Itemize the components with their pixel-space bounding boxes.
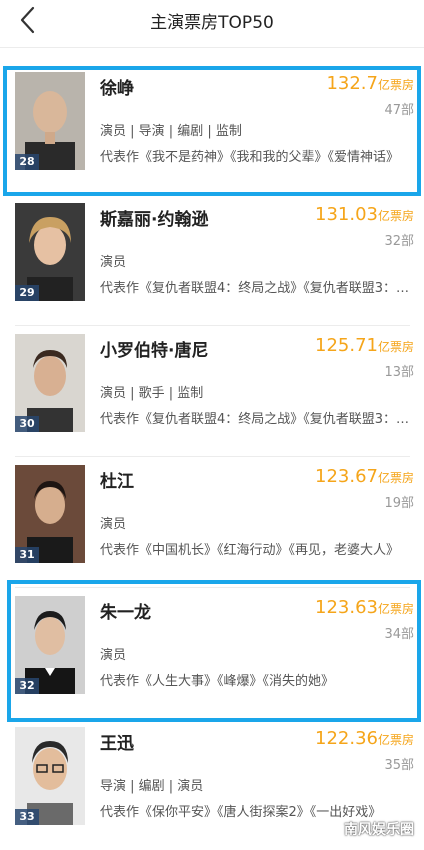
actor-card[interactable]: 30 小罗伯特·唐尼 125.71亿票房 13部 演员 | 歌手 | 监制 代表… <box>0 326 424 457</box>
representative-works: 代表作《复仇者联盟4：终局之战》《复仇者联盟3：无限战争》 <box>100 412 410 427</box>
representative-works: 代表作《保你平安》《唐人街探案2》《一出好戏》 <box>100 805 382 820</box>
rank-badge: 29 <box>15 285 39 301</box>
box-office-value: 125.71 <box>315 335 378 356</box>
representative-works: 代表作《复仇者联盟4：终局之战》《复仇者联盟3：无限战争》 <box>100 281 410 296</box>
header-divider <box>0 47 424 48</box>
actor-name: 斯嘉丽·约翰逊 <box>100 210 209 230</box>
actor-avatar: 29 <box>15 203 85 301</box>
actor-avatar: 31 <box>15 465 85 563</box>
box-office-unit: 亿票房 <box>377 471 414 485</box>
box-office-unit: 亿票房 <box>377 340 414 354</box>
film-count: 32部 <box>384 234 414 249</box>
rank-badge: 30 <box>15 416 39 432</box>
actor-card[interactable]: 29 斯嘉丽·约翰逊 131.03亿票房 32部 演员 代表作《复仇者联盟4：终… <box>0 195 424 326</box>
box-office-value: 123.67 <box>315 466 378 487</box>
actor-roles: 演员 <box>100 517 127 532</box>
actor-roles: 演员 | 歌手 | 监制 <box>100 386 204 401</box>
top-bar: 主演票房TOP50 <box>0 0 424 40</box>
box-office-value: 122.36 <box>315 728 378 749</box>
actor-avatar: 30 <box>15 334 85 432</box>
page-title: 主演票房TOP50 <box>150 13 274 33</box>
film-count: 35部 <box>384 758 414 773</box>
actor-avatar: 33 <box>15 727 85 825</box>
actor-roles: 导演 | 编剧 | 演员 <box>100 779 204 794</box>
box-office-value: 131.03 <box>315 204 378 225</box>
box-office: 122.36亿票房 <box>315 728 414 749</box>
watermark-text: 南风娱乐圈 <box>344 822 414 838</box>
box-office-unit: 亿票房 <box>377 733 414 747</box>
highlight-box <box>3 66 421 196</box>
actor-roles: 演员 <box>100 255 127 270</box>
actor-name: 杜江 <box>100 472 134 492</box>
box-office: 131.03亿票房 <box>315 204 414 225</box>
box-office: 123.67亿票房 <box>315 466 414 487</box>
film-count: 13部 <box>384 365 414 380</box>
rank-badge: 31 <box>15 547 39 563</box>
highlight-box <box>7 580 421 722</box>
film-count: 19部 <box>384 496 414 511</box>
representative-works: 代表作《中国机长》《红海行动》《再见，老婆大人》 <box>100 543 400 558</box>
box-office-unit: 亿票房 <box>377 209 414 223</box>
box-office: 125.71亿票房 <box>315 335 414 356</box>
rank-badge: 33 <box>15 809 39 825</box>
actor-name: 小罗伯特·唐尼 <box>100 341 209 361</box>
actor-card[interactable]: 31 杜江 123.67亿票房 19部 演员 代表作《中国机长》《红海行动》《再… <box>0 457 424 588</box>
actor-name: 王迅 <box>100 734 134 754</box>
